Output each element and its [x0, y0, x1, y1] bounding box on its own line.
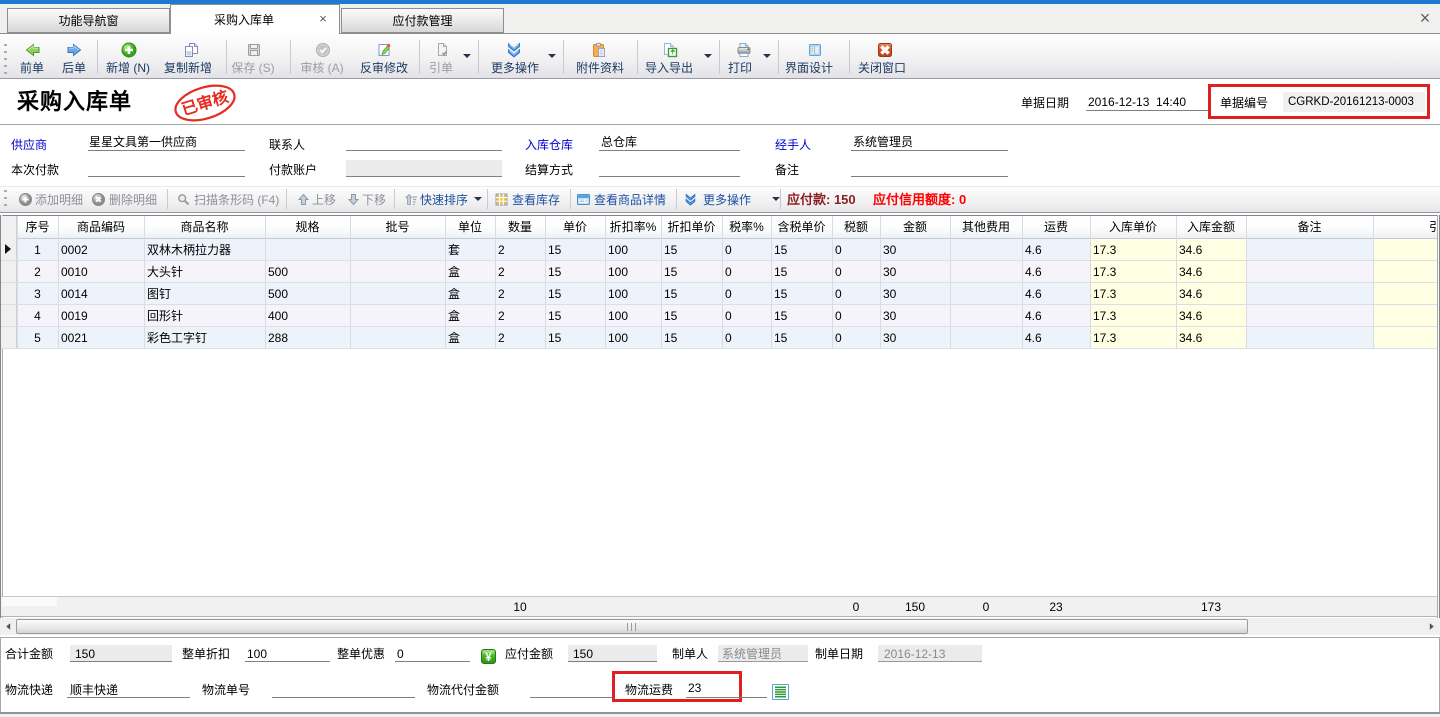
- svg-text:¥: ¥: [485, 652, 492, 664]
- svg-text:已审核: 已审核: [179, 87, 230, 119]
